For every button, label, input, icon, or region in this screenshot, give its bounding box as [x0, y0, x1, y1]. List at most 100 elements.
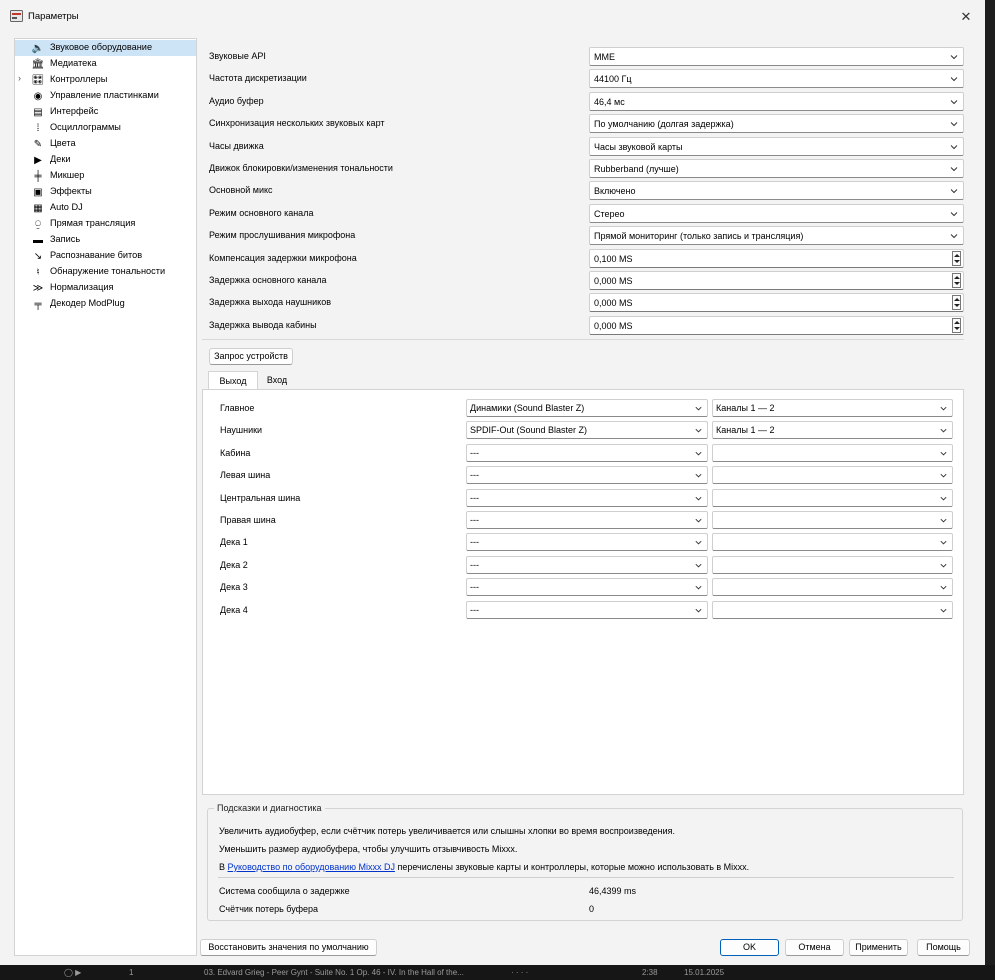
output-channels-combobox[interactable] [712, 488, 953, 507]
expand-chevron-icon[interactable]: › [18, 73, 21, 83]
setting-combobox[interactable]: Прямой мониторинг (только запись и транс… [589, 226, 964, 246]
sidebar-item-label: Распознавание битов [50, 250, 143, 260]
output-device-combobox[interactable]: --- [466, 466, 708, 485]
setting-value: 0,000 MS [594, 320, 633, 331]
setting-row: Движок блокировки/изменения тональности R… [202, 158, 966, 180]
setting-value: 0,000 MS [594, 276, 633, 286]
sidebar-item[interactable]: ╤ Декодер ModPlug [15, 296, 196, 312]
output-channels-combobox[interactable] [712, 600, 953, 619]
setting-row: Задержка вывода кабины 0,000 MS [202, 315, 966, 337]
output-device-combobox[interactable]: --- [466, 555, 708, 574]
output-channels-combobox[interactable]: Каналы 1 — 2 [712, 421, 953, 440]
output-channels-combobox[interactable] [712, 466, 953, 485]
combo-value: Каналы 1 — 2 [716, 425, 775, 436]
sidebar-item-label: Звуковое оборудование [50, 42, 153, 52]
sidebar-item[interactable]: › 🎛 Контроллеры [15, 72, 196, 88]
sidebar-item-label: Интерфейс [50, 106, 99, 116]
ok-button[interactable]: OK [720, 939, 779, 956]
track-duration: 2:38 [642, 968, 658, 977]
chevron-down-icon [949, 142, 959, 152]
sidebar-item[interactable]: ♮ Обнаружение тональности [15, 264, 196, 280]
chevron-down-icon [939, 449, 948, 458]
output-channels-combobox[interactable] [712, 443, 953, 462]
output-row: Центральная шина --- [203, 488, 963, 510]
sidebar-item[interactable]: ↘ Распознавание битов [15, 248, 196, 264]
sidebar-item[interactable]: ◉ Управление пластинками [15, 88, 196, 104]
sidebar-item[interactable]: ✎ Цвета [15, 136, 196, 152]
hint-prefix: В [219, 862, 228, 872]
output-label: Дека 3 [220, 582, 248, 593]
chevron-down-icon [939, 494, 948, 503]
output-channels-combobox[interactable]: Каналы 1 — 2 [712, 399, 953, 417]
output-device-combobox[interactable]: --- [466, 511, 708, 529]
chevron-down-icon [694, 494, 703, 503]
spin-arrows-icon[interactable] [952, 295, 961, 311]
combo-value: --- [470, 470, 479, 481]
setting-row: Основной микс Включено [202, 180, 966, 202]
setting-combobox[interactable]: Стерео [589, 203, 964, 223]
sidebar-item[interactable]: ▦ Auto DJ [15, 200, 196, 216]
sidebar-item[interactable]: 🏛 Медиатека [15, 56, 196, 72]
sidebar-item[interactable]: ╪ Микшер [15, 168, 196, 184]
setting-spinbox[interactable]: 0,000 MS [589, 271, 964, 290]
hint-hardware-guide: В Руководство по оборудованию Mixxx DJ п… [219, 862, 749, 872]
restore-defaults-button[interactable]: Восстановить значения по умолчанию [200, 939, 377, 956]
output-device-combobox[interactable]: SPDIF-Out (Sound Blaster Z) [466, 421, 708, 440]
output-channels-combobox[interactable] [712, 533, 953, 552]
chevron-down-icon [949, 209, 959, 219]
chevron-down-icon [939, 583, 948, 592]
setting-combobox[interactable]: По умолчанию (долгая задержка) [589, 114, 964, 134]
setting-combobox[interactable]: Включено [589, 181, 964, 201]
close-button[interactable]: ✕ [955, 7, 977, 27]
sidebar-item[interactable]: ▣ Эффекты [15, 184, 196, 200]
sidebar-item[interactable]: 🔈 Звуковое оборудование [15, 40, 196, 56]
output-device-combobox[interactable]: --- [466, 488, 708, 507]
spin-arrows-icon[interactable] [952, 317, 961, 333]
setting-combobox[interactable]: MME [589, 47, 964, 66]
setting-combobox[interactable]: 44100 Гц [589, 69, 964, 89]
preferences-sidebar: 🔈 Звуковое оборудование 🏛 Медиатека › 🎛 Контро… [14, 38, 197, 956]
output-device-combobox[interactable]: Динамики (Sound Blaster Z) [466, 399, 708, 417]
preferences-window: Параметры ✕ 🔈 Звуковое оборудование 🏛 Медиа… [0, 0, 985, 965]
sidebar-item[interactable]: ⁞ Осциллограммы [15, 120, 196, 136]
sidebar-item[interactable]: ▶ Деки [15, 152, 196, 168]
sidebar-item[interactable]: ⍜ Прямая трансляция [15, 216, 196, 232]
setting-spinbox[interactable]: 0,100 MS [589, 248, 964, 268]
apply-button[interactable]: Применить [849, 939, 908, 956]
sidebar-item-label: Осциллограммы [50, 122, 121, 132]
help-button[interactable]: Помощь [917, 939, 970, 956]
setting-combobox[interactable]: Rubberband (лучше) [589, 159, 964, 178]
query-devices-button[interactable]: Запрос устройств [209, 348, 293, 365]
setting-label: Режим прослушивания микрофона [209, 230, 356, 241]
combo-value: --- [470, 447, 479, 458]
broadcast-icon: ⍜ [35, 218, 41, 230]
setting-row: Аудио буфер 46,4 мс [202, 91, 966, 113]
setting-spinbox[interactable]: 0,000 MS [589, 293, 964, 313]
output-device-combobox[interactable]: --- [466, 600, 708, 619]
output-label: Дека 4 [220, 604, 248, 615]
output-device-combobox[interactable]: --- [466, 443, 708, 462]
tab-output[interactable]: Выход [208, 371, 258, 390]
output-row: Главное Динамики (Sound Blaster Z) Каналы … [203, 398, 963, 420]
sidebar-item[interactable]: ▬ Запись [15, 232, 196, 248]
spin-arrows-icon[interactable] [952, 250, 961, 266]
sidebar-item[interactable]: ▤ Интерфейс [15, 104, 196, 120]
close-icon: ✕ [960, 9, 972, 24]
output-device-combobox[interactable]: --- [466, 533, 708, 552]
tab-input[interactable]: Вход [259, 371, 295, 390]
setting-value: Часы звуковой карты [594, 141, 683, 152]
combo-value: --- [470, 537, 479, 548]
cancel-button[interactable]: Отмена [785, 939, 844, 956]
chevron-down-icon [939, 561, 948, 570]
output-channels-combobox[interactable] [712, 511, 953, 529]
setting-combobox[interactable]: Часы звуковой карты [589, 136, 964, 156]
output-device-combobox[interactable]: --- [466, 578, 708, 597]
output-channels-combobox[interactable] [712, 555, 953, 574]
hardware-guide-link[interactable]: Руководство по оборудованию Mixxx DJ [228, 862, 395, 872]
spin-arrows-icon[interactable] [952, 273, 961, 288]
setting-spinbox[interactable]: 0,000 MS [589, 315, 964, 335]
background-taskbar: ◯ ▶ 1 03. Edvard Grieg - Peer Gynt - Sui… [0, 965, 995, 980]
setting-combobox[interactable]: 46,4 мс [589, 91, 964, 111]
output-channels-combobox[interactable] [712, 578, 953, 597]
sidebar-item[interactable]: ≫ Нормализация [15, 280, 196, 296]
